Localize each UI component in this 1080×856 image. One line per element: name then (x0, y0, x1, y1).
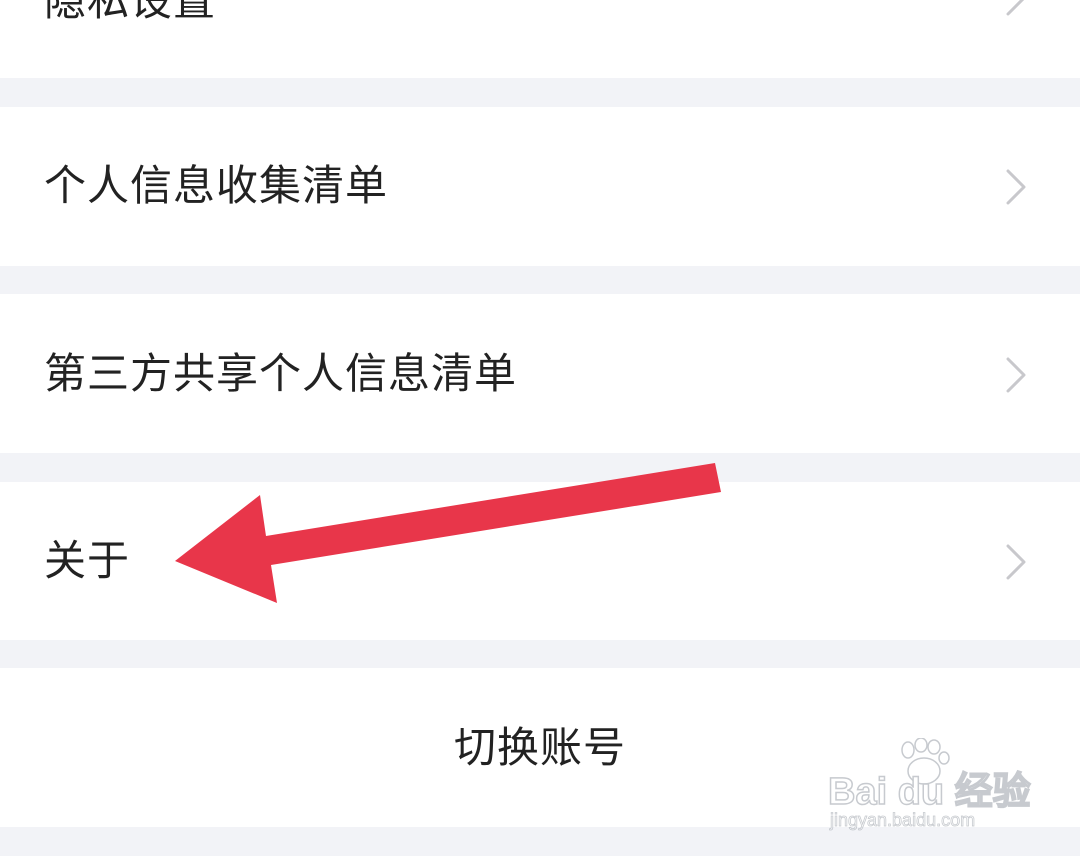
watermark-url: jingyan.baidu.com (830, 810, 976, 831)
baidu-jingyan-watermark: Bai du 经验 jingyan.baidu.com (827, 736, 1031, 836)
watermark-brand: Bai du 经验 (827, 770, 1031, 814)
annotation-arrow-icon (175, 463, 721, 603)
